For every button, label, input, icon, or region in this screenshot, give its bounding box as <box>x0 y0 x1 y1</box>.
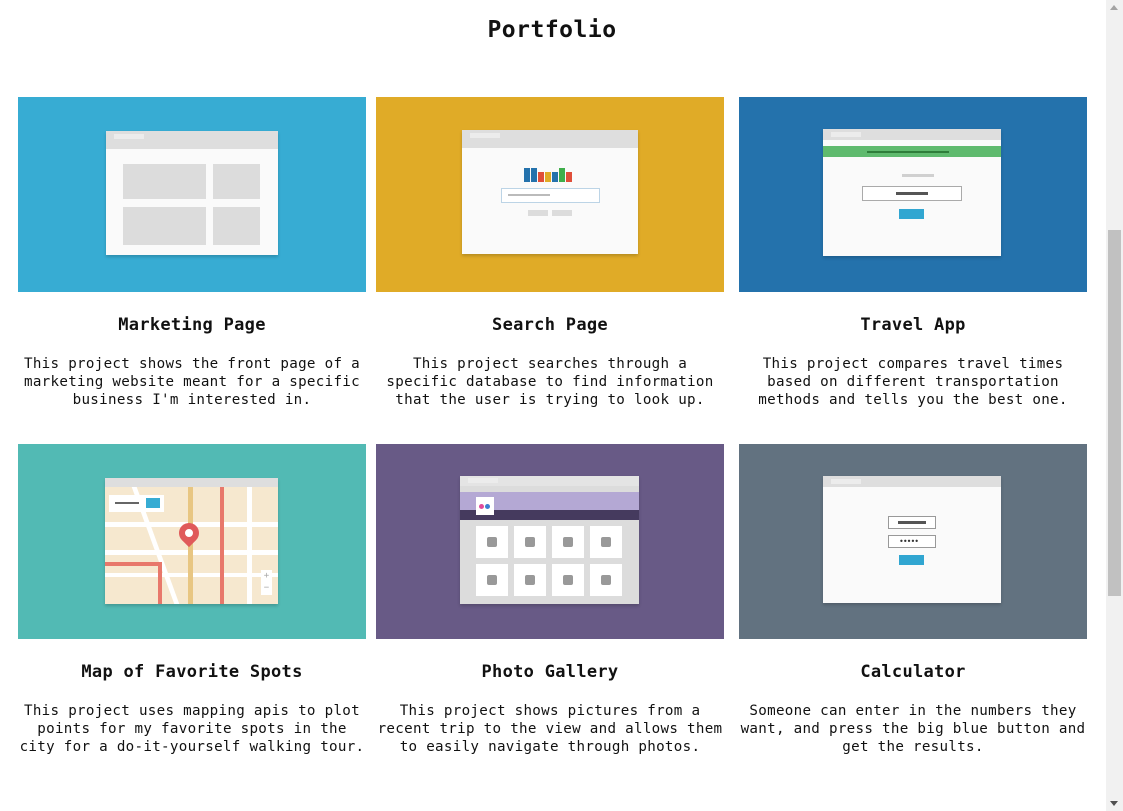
project-title: Map of Favorite Spots <box>81 662 303 682</box>
project-thumbnail[interactable]: + − <box>18 444 366 639</box>
vertical-scrollbar[interactable] <box>1106 0 1123 811</box>
scroll-down-icon[interactable] <box>1110 801 1118 806</box>
form-ui-icon <box>823 129 1001 256</box>
project-description: This project compares travel times based… <box>758 356 1068 408</box>
calculator-ui-icon: ••••• <box>823 476 1001 603</box>
project-description: This project uses mapping apis to plot p… <box>19 703 365 755</box>
scroll-up-icon[interactable] <box>1110 5 1118 10</box>
project-title: Search Page <box>492 315 608 335</box>
project-description: Someone can enter in the numbers they wa… <box>740 703 1086 755</box>
project-description: This project shows the front page of a m… <box>24 356 360 408</box>
project-description: This project searches through a specific… <box>386 356 714 408</box>
project-thumbnail[interactable] <box>376 97 724 292</box>
project-title: Photo Gallery <box>481 662 619 682</box>
project-card-map-of-favorite-spots[interactable]: + − Map of Favorite Spots This project us… <box>18 444 366 755</box>
wireframe-icon <box>106 131 278 255</box>
project-card-calculator[interactable]: ••••• Calculator Someone can enter in th… <box>739 444 1087 755</box>
project-card-search-page[interactable]: Search Page This project searches throug… <box>376 97 724 408</box>
project-thumbnail[interactable] <box>739 97 1087 292</box>
project-card-travel-app[interactable]: Travel App This project compares travel … <box>739 97 1087 408</box>
map-icon: + − <box>105 478 278 604</box>
gallery-icon <box>460 476 639 604</box>
project-thumbnail[interactable]: ••••• <box>739 444 1087 639</box>
project-title: Marketing Page <box>118 315 266 335</box>
project-title: Travel App <box>860 315 966 335</box>
project-card-marketing-page[interactable]: Marketing Page This project shows the fr… <box>18 97 366 408</box>
project-description: This project shows pictures from a recen… <box>377 703 723 755</box>
project-thumbnail[interactable] <box>376 444 724 639</box>
project-thumbnail[interactable] <box>18 97 366 292</box>
page-title: Portfolio <box>487 17 617 44</box>
project-title: Calculator <box>860 662 966 682</box>
search-ui-icon <box>462 130 638 254</box>
scroll-thumb[interactable] <box>1108 230 1121 596</box>
project-card-photo-gallery[interactable]: Photo Gallery This project shows picture… <box>376 444 724 755</box>
